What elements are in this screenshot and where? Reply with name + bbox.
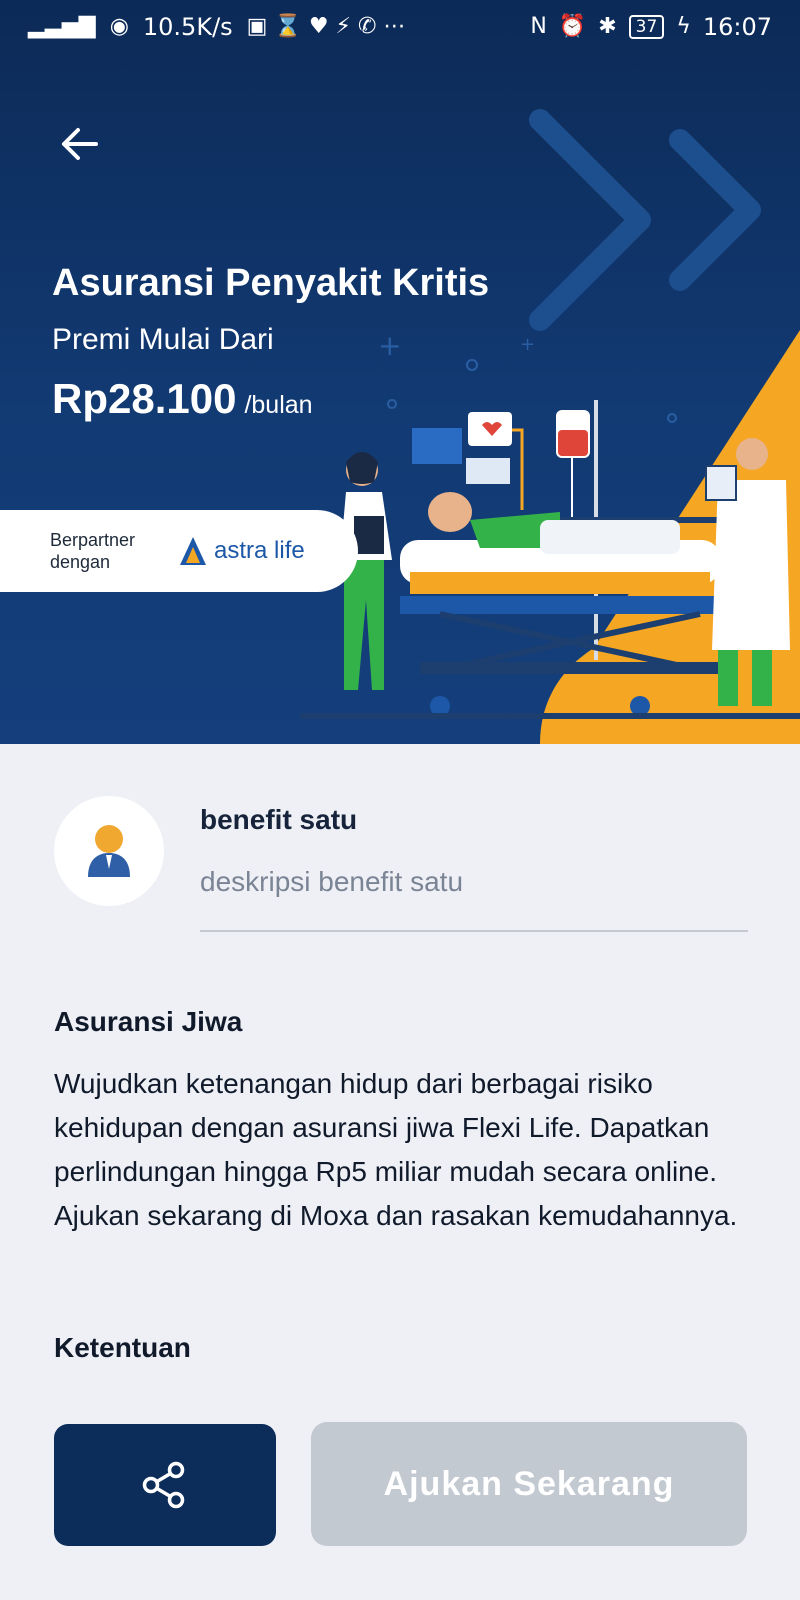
wifi-icon: ◉ [109,14,129,39]
svg-text:+: + [520,334,535,355]
price-unit: /bulan [244,391,313,419]
share-button[interactable] [54,1424,276,1546]
partner-label: Berpartner dengan [50,530,136,572]
nfc-icon: N [530,14,547,39]
share-icon [142,1461,185,1509]
network-speed: 10.5K/s [142,13,233,41]
notification-icons: ▣ ⌛ ♥ ⚡ ✆ ⋯ [246,14,406,39]
partner-name: astra life [214,537,305,564]
svg-text:+: + [378,329,401,362]
apply-now-button[interactable]: Ajukan Sekarang [311,1422,747,1546]
battery-icon: 37 [628,15,665,39]
hospital-illustration: + + [300,109,800,744]
section-title-about: Asuransi Jiwa [54,1006,243,1037]
section-body-about: Wujudkan ketenangan hidup dari berbagai … [54,1068,738,1231]
section-title-terms[interactable]: Ketentuan [54,1332,191,1364]
benefit-title: benefit satu [200,804,358,835]
arrow-left-icon [62,128,98,160]
person-icon [88,825,130,877]
hero-title: Asuransi Penyakit Kritis [52,262,490,304]
hero-price: Rp28.100/bulan [52,375,313,423]
astra-logo-icon [180,537,206,565]
benefit-avatar [54,796,164,906]
signal-icon: ▂▃▅▇ [28,14,96,39]
status-bar: ▂▃▅▇ ◉ 10.5K/s ▣ ⌛ ♥ ⚡ ✆ ⋯ N ⏰ ✱ 37 ϟ 16… [0,0,800,54]
back-button[interactable] [52,116,108,172]
detail-content: benefit satu deskripsi benefit satu Asur… [0,744,800,1600]
hero-banner: + + Asuransi Penyakit Kritis Premi Mulai… [0,0,800,744]
astra-life-logo: astra life [178,535,305,567]
hero-subtitle: Premi Mulai Dari [52,323,274,356]
partner-badge: Berpartner dengan astra life [0,510,358,592]
alarm-icon: ⏰ [558,14,587,39]
clock: 16:07 [702,13,772,41]
price-amount: Rp28.100 [52,375,237,422]
bluetooth-icon: ✱ [598,14,617,39]
charging-icon: ϟ [676,14,691,39]
benefit-description: deskripsi benefit satu [200,866,464,897]
divider [200,930,748,932]
